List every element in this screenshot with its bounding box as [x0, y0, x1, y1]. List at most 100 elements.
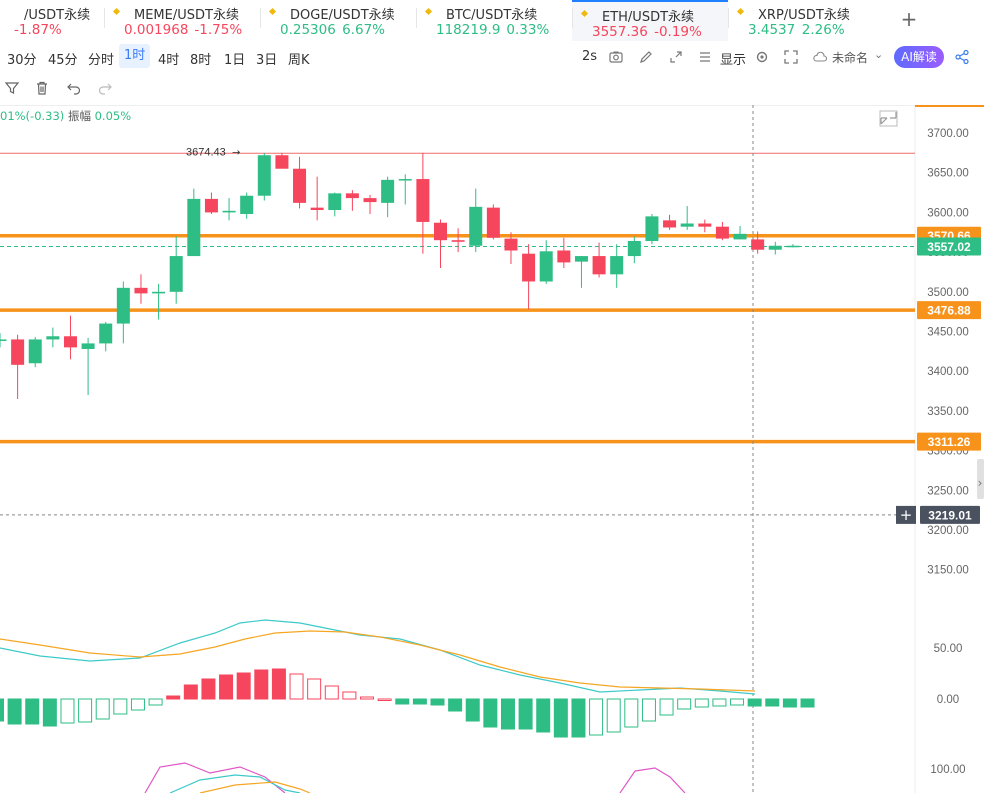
- candle-body[interactable]: [345, 193, 359, 199]
- candle-body[interactable]: [293, 168, 307, 203]
- candle-body[interactable]: [187, 198, 201, 257]
- settings-gear-icon[interactable]: [754, 49, 770, 65]
- symbol-tab[interactable]: BTC/USDT永续 118219.9 0.33%: [416, 0, 572, 41]
- trash-icon[interactable]: [34, 80, 50, 96]
- candle-body[interactable]: [28, 339, 42, 364]
- timeframe-1[interactable]: 45分: [48, 49, 78, 68]
- symbol-tab[interactable]: /USDT永续 -1.87%: [0, 0, 104, 41]
- candle-body[interactable]: [0, 339, 7, 341]
- candle-body[interactable]: [786, 245, 800, 248]
- candle-body[interactable]: [557, 250, 571, 263]
- interval-label[interactable]: 2s: [582, 49, 597, 64]
- camera-icon[interactable]: [608, 49, 624, 65]
- redo-icon[interactable]: [97, 80, 113, 96]
- chevron-right-icon: ›: [978, 476, 983, 490]
- macd-histogram-bar: [113, 698, 128, 715]
- candle-body[interactable]: [310, 207, 324, 211]
- symbol-tab[interactable]: MEME/USDT永续 0.001968 -1.75%: [104, 0, 260, 41]
- perpetual-diamond-icon: [424, 7, 433, 16]
- candle-body[interactable]: [152, 291, 166, 294]
- candle-body[interactable]: [434, 222, 447, 241]
- macd-histogram-bar: [254, 669, 269, 700]
- y-tick-label: 3200.00: [927, 525, 969, 537]
- timeframe-6[interactable]: 1日: [224, 49, 245, 68]
- macd-histogram-bar: [342, 691, 357, 700]
- candle-body[interactable]: [627, 240, 641, 257]
- candle-body[interactable]: [539, 251, 553, 282]
- candle-body[interactable]: [11, 339, 25, 365]
- symbol-tab[interactable]: XRP/USDT永续 3.4537 2.26%: [728, 0, 884, 41]
- macd-histogram-bar: [747, 698, 762, 707]
- timeframe-8[interactable]: 周K: [288, 49, 310, 68]
- candle-body[interactable]: [645, 216, 659, 241]
- chevron-down-icon[interactable]: ⌄: [874, 48, 883, 61]
- candle-body[interactable]: [451, 240, 465, 242]
- macd-histogram-bar: [571, 698, 586, 738]
- candle-body[interactable]: [504, 238, 518, 251]
- candle-body[interactable]: [698, 223, 712, 227]
- candle-body[interactable]: [574, 256, 588, 262]
- candle-body[interactable]: [398, 179, 412, 181]
- pencil-icon[interactable]: [638, 49, 654, 65]
- candle-body[interactable]: [328, 193, 342, 211]
- undo-icon[interactable]: [66, 80, 82, 96]
- candle-body[interactable]: [469, 206, 483, 246]
- indicator-list-icon[interactable]: [697, 49, 713, 65]
- candle-body[interactable]: [275, 155, 289, 169]
- candle-body[interactable]: [169, 256, 183, 292]
- candle-body[interactable]: [751, 239, 765, 250]
- candle-body[interactable]: [522, 253, 536, 282]
- timeframe-5[interactable]: 8时: [190, 49, 211, 68]
- candle-body[interactable]: [363, 198, 377, 203]
- candle-body[interactable]: [592, 256, 606, 275]
- perpetual-diamond-icon: [268, 7, 277, 16]
- timeframe-3[interactable]: 1时: [119, 44, 151, 68]
- expand-icon[interactable]: [668, 49, 684, 65]
- tab-change: 2.26%: [801, 22, 845, 38]
- candle-body[interactable]: [63, 336, 77, 348]
- filter-icon[interactable]: [4, 80, 20, 96]
- candle-body[interactable]: [381, 179, 395, 203]
- chart-expand-icon[interactable]: [880, 112, 897, 125]
- candle-body[interactable]: [81, 343, 95, 349]
- drawing-toolbar: [0, 73, 984, 106]
- display-button[interactable]: 显示: [720, 49, 746, 68]
- price-chart[interactable]: 3700.003650.003600.003550.003500.003450.…: [0, 105, 984, 793]
- candle-body[interactable]: [222, 210, 236, 213]
- symbol-tab[interactable]: DOGE/USDT永续 0.25306 6.67%: [260, 0, 416, 41]
- candle-body[interactable]: [733, 233, 747, 240]
- fullscreen-icon[interactable]: [783, 49, 799, 65]
- timeframe-7[interactable]: 3日: [256, 49, 277, 68]
- candle-body[interactable]: [768, 245, 782, 250]
- macd-dif-line: [0, 619, 756, 695]
- tab-divider: [728, 8, 729, 28]
- candle-body[interactable]: [680, 223, 694, 227]
- macd-histogram-bar: [465, 698, 480, 722]
- macd-histogram-bar: [324, 685, 339, 700]
- candle-body[interactable]: [486, 207, 500, 238]
- macd-histogram-bar: [183, 684, 198, 700]
- candle-body[interactable]: [204, 198, 218, 213]
- add-tab-button[interactable]: +: [899, 8, 919, 30]
- candle-body[interactable]: [663, 220, 677, 228]
- ai-analysis-button[interactable]: AI解读: [894, 46, 944, 68]
- candle-body[interactable]: [610, 256, 624, 275]
- share-icon[interactable]: [954, 49, 970, 65]
- macd-histogram-bar: [148, 698, 163, 706]
- timeframe-0[interactable]: 30分: [7, 49, 37, 68]
- symbol-tab[interactable]: ETH/USDT永续 3557.36 -0.19%: [572, 0, 728, 41]
- candle-body[interactable]: [257, 155, 271, 196]
- candle-body[interactable]: [715, 226, 729, 239]
- timeframe-2[interactable]: 分时: [88, 49, 114, 68]
- timeframe-4[interactable]: 4时: [158, 49, 179, 68]
- y-tick-label: 3650.00: [927, 168, 969, 180]
- layout-template-select[interactable]: 未命名: [832, 49, 868, 66]
- candle-body[interactable]: [116, 287, 130, 324]
- candle-body[interactable]: [46, 336, 60, 340]
- candle-body[interactable]: [416, 179, 430, 222]
- candle-body[interactable]: [134, 287, 148, 294]
- candle-body[interactable]: [99, 323, 113, 344]
- macd-histogram-bar: [694, 698, 709, 708]
- tab-change: -1.87%: [14, 22, 62, 38]
- candle-body[interactable]: [240, 195, 254, 214]
